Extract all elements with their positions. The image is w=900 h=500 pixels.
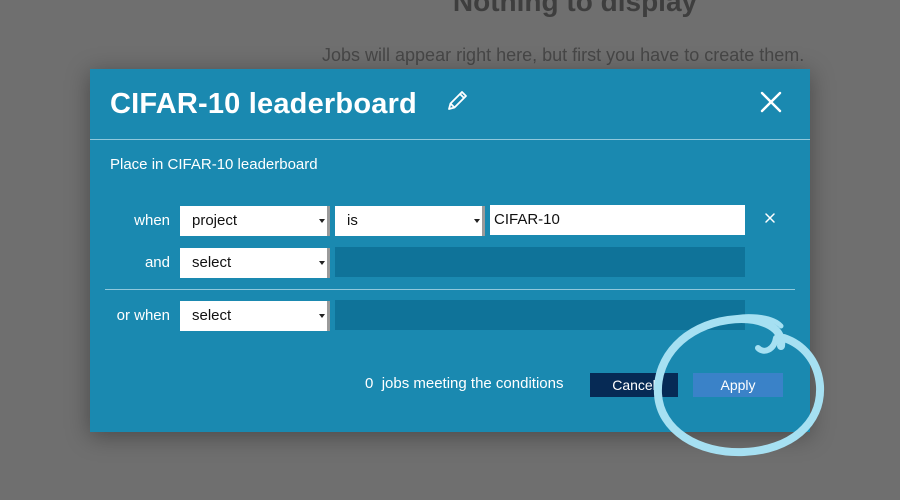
condition-field-select[interactable]: project bbox=[180, 206, 330, 236]
and-condition-placeholder bbox=[335, 247, 745, 277]
header-divider bbox=[90, 139, 810, 140]
and-field-value: select bbox=[192, 254, 232, 271]
condition-operator-value: is bbox=[347, 212, 358, 229]
chevron-down-icon bbox=[319, 219, 325, 223]
condition-value-input[interactable]: CIFAR-10 bbox=[490, 205, 745, 235]
close-icon[interactable] bbox=[758, 89, 784, 115]
remove-condition-icon[interactable] bbox=[763, 211, 777, 225]
or-when-field-value: select bbox=[192, 307, 232, 324]
leaderboard-dialog: CIFAR-10 leaderboard Place in CIFAR-10 l… bbox=[90, 69, 810, 432]
condition-operator-select[interactable]: is bbox=[335, 206, 485, 236]
pencil-icon[interactable] bbox=[446, 88, 470, 112]
chevron-down-icon bbox=[319, 261, 325, 265]
cancel-button[interactable]: Cancel bbox=[590, 373, 678, 397]
or-when-condition-placeholder bbox=[335, 300, 745, 330]
or-when-field-select[interactable]: select bbox=[180, 301, 330, 331]
and-label: and bbox=[144, 254, 170, 271]
jobs-count-label: jobs meeting the conditions bbox=[381, 375, 564, 392]
empty-state-heading: Nothing to display bbox=[452, 0, 698, 17]
dialog-title: CIFAR-10 leaderboard bbox=[110, 88, 417, 120]
empty-state-subtext: Jobs will appear right here, but first y… bbox=[322, 45, 805, 65]
jobs-count-text: 0 jobs meeting the conditions bbox=[365, 375, 563, 392]
jobs-count-number: 0 bbox=[365, 375, 374, 392]
chevron-down-icon bbox=[319, 314, 325, 318]
or-divider bbox=[105, 289, 795, 290]
apply-button[interactable]: Apply bbox=[693, 373, 783, 397]
chevron-down-icon bbox=[474, 219, 480, 223]
condition-field-value: project bbox=[192, 212, 238, 229]
or-when-label: or when bbox=[116, 307, 170, 324]
dialog-subtitle: Place in CIFAR-10 leaderboard bbox=[110, 156, 318, 173]
condition-value-text: CIFAR-10 bbox=[494, 211, 560, 228]
and-field-select[interactable]: select bbox=[180, 248, 330, 278]
when-label: when bbox=[134, 212, 170, 229]
